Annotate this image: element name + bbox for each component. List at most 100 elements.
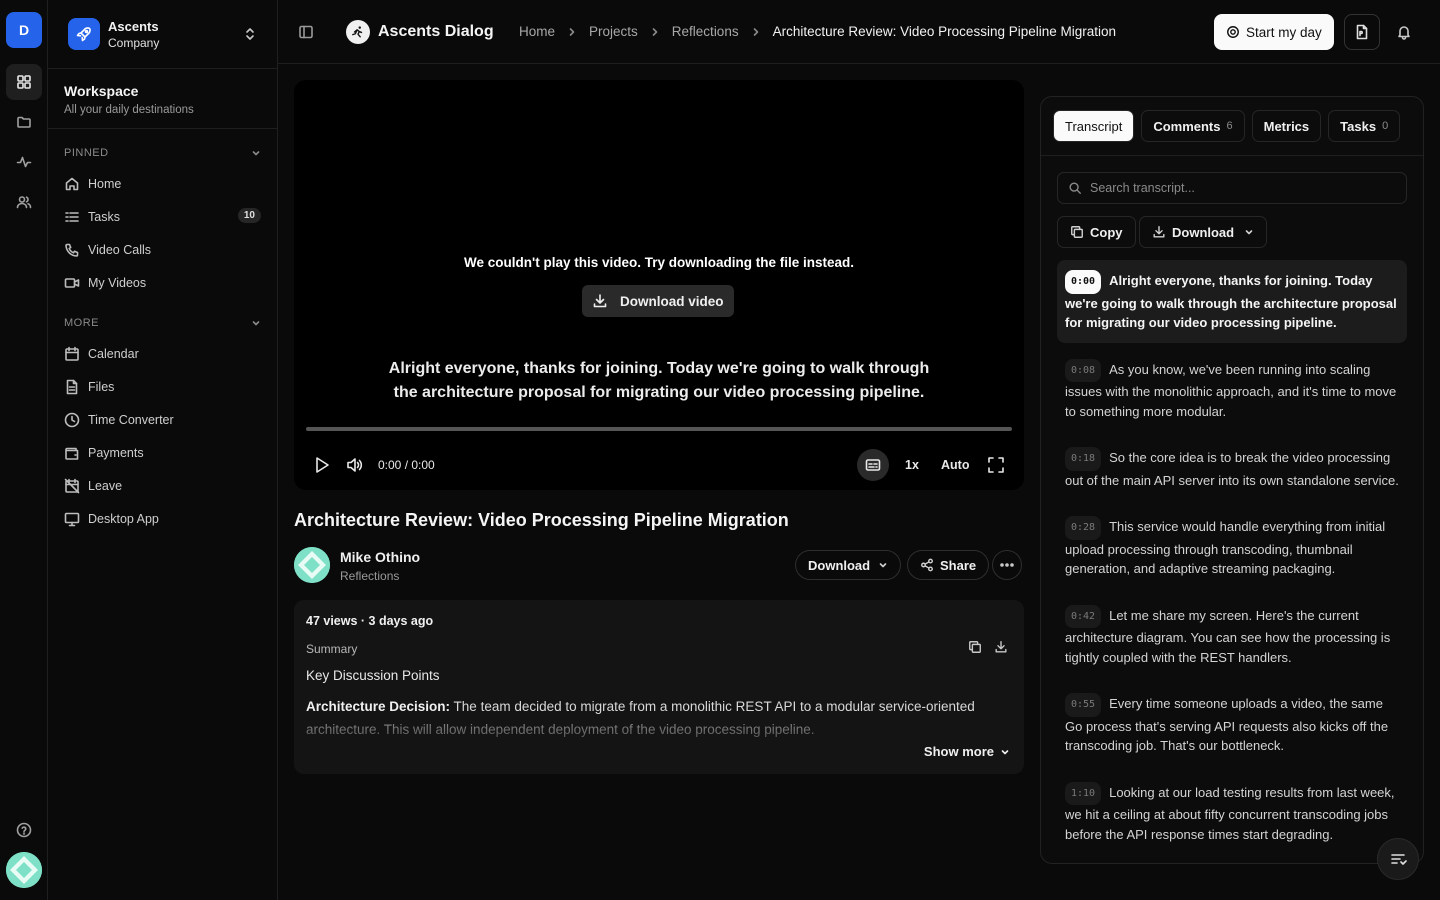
fullscreen-icon[interactable] bbox=[987, 456, 1005, 474]
tab-tasks[interactable]: Tasks 0 bbox=[1328, 110, 1401, 142]
grid-icon[interactable] bbox=[6, 64, 42, 100]
captions-icon[interactable] bbox=[857, 449, 889, 481]
transcript-segment[interactable]: 0:08 As you know, we've been running into… bbox=[1057, 349, 1407, 432]
sidebar-toggle-icon[interactable] bbox=[298, 24, 314, 40]
share-button[interactable]: Share bbox=[907, 550, 990, 580]
copy-transcript-button[interactable]: Copy bbox=[1057, 216, 1136, 248]
transcript-segment[interactable]: 0:00 Alright everyone, thanks for joining… bbox=[1057, 260, 1407, 343]
transcript-segment[interactable]: 1:25The new worker pool design targets t… bbox=[1057, 860, 1407, 863]
more-options-icon[interactable] bbox=[992, 550, 1022, 580]
volume-icon[interactable] bbox=[346, 456, 364, 474]
tab-comments[interactable]: Comments 6 bbox=[1141, 110, 1245, 142]
sidebar-item-label: Files bbox=[88, 379, 115, 394]
folder-icon[interactable] bbox=[6, 104, 42, 140]
quality-selector[interactable]: Auto bbox=[941, 458, 969, 472]
tab-transcript[interactable]: Transcript bbox=[1053, 110, 1135, 142]
help-circle-icon[interactable] bbox=[6, 812, 42, 848]
tab-metrics[interactable]: Metrics bbox=[1251, 110, 1322, 142]
calendar-icon bbox=[64, 346, 80, 362]
users-icon[interactable] bbox=[6, 184, 42, 220]
document-icon[interactable] bbox=[1344, 14, 1380, 50]
org-switcher[interactable]: Ascents Company bbox=[48, 0, 277, 69]
transcript-segment[interactable]: 0:18 So the core idea is to break the vid… bbox=[1057, 437, 1407, 500]
activity-icon[interactable] bbox=[6, 144, 42, 180]
brand-name: Ascents Dialog bbox=[378, 23, 494, 40]
chevron-down-icon bbox=[251, 318, 261, 328]
segment-text: Alright everyone, thanks for joining. To… bbox=[1065, 273, 1397, 330]
segment-timestamp[interactable]: 0:18 bbox=[1065, 447, 1102, 471]
share-label: Share bbox=[940, 557, 977, 573]
author-avatar[interactable] bbox=[294, 547, 330, 583]
author-name[interactable]: Mike Othino bbox=[340, 549, 420, 565]
sidebar-item-leave[interactable]: Leave bbox=[48, 469, 277, 502]
summary-fade bbox=[294, 715, 1024, 760]
tasks-icon bbox=[64, 209, 80, 225]
org-name: Ascents bbox=[108, 18, 159, 34]
wallet-icon bbox=[64, 445, 80, 461]
sidebar-item-label: Tasks bbox=[88, 209, 120, 224]
calendar-off-icon bbox=[64, 478, 80, 494]
segment-timestamp[interactable]: 1:10 bbox=[1065, 781, 1102, 805]
progress-bar[interactable] bbox=[306, 427, 1012, 431]
transcript-segment[interactable]: 0:55 Every time someone uploads a video, … bbox=[1057, 683, 1407, 766]
transcript-segment[interactable]: 1:10 Looking at our load testing results … bbox=[1057, 772, 1407, 855]
sidebar-item-video-calls[interactable]: Video Calls bbox=[48, 233, 277, 266]
download-icon[interactable] bbox=[994, 640, 1008, 654]
segment-timestamp[interactable]: 0:42 bbox=[1065, 604, 1102, 628]
copy-icon bbox=[1070, 225, 1084, 239]
breadcrumb-home[interactable]: Home bbox=[519, 24, 555, 39]
segment-text: So the core idea is to break the video p… bbox=[1065, 450, 1399, 488]
copy-icon[interactable] bbox=[968, 640, 982, 654]
segment-timestamp[interactable]: 0:28 bbox=[1065, 516, 1102, 540]
breadcrumb-reflections[interactable]: Reflections bbox=[672, 24, 739, 39]
segment-timestamp[interactable]: 0:55 bbox=[1065, 693, 1102, 717]
show-more-label: Show more bbox=[923, 744, 994, 759]
rocket-icon bbox=[68, 18, 100, 50]
video-title: Architecture Review: Video Processing Pi… bbox=[294, 510, 789, 530]
show-more-button[interactable]: Show more bbox=[924, 744, 1010, 759]
play-icon[interactable] bbox=[314, 456, 330, 474]
sidebar-item-label: Home bbox=[88, 176, 122, 191]
bell-icon[interactable] bbox=[1396, 24, 1412, 40]
breadcrumb-projects[interactable]: Projects bbox=[589, 24, 638, 39]
workspace-subtitle: All your daily destinations bbox=[64, 104, 194, 116]
sidebar-item-payments[interactable]: Payments bbox=[48, 436, 277, 469]
video-player[interactable]: We couldn't play this video. Try downloa… bbox=[294, 80, 1024, 490]
video-error-message: We couldn't play this video. Try downloa… bbox=[463, 255, 854, 270]
sidebar-item-files[interactable]: Files bbox=[48, 370, 277, 403]
list-filter-icon[interactable] bbox=[1377, 838, 1419, 880]
author-info: Mike Othino Reflections bbox=[340, 549, 420, 583]
more-section-header[interactable]: MORE bbox=[48, 313, 277, 333]
sidebar-item-my-videos[interactable]: My Videos bbox=[48, 266, 277, 299]
segment-timestamp[interactable]: 0:00 bbox=[1065, 270, 1102, 294]
download-video-button[interactable]: Download video bbox=[582, 285, 734, 317]
sidebar-item-home[interactable]: Home bbox=[48, 167, 277, 200]
download-transcript-button[interactable]: Download bbox=[1139, 216, 1268, 248]
download-dropdown-button[interactable]: Download bbox=[795, 550, 902, 580]
segment-timestamp[interactable]: 0:08 bbox=[1065, 358, 1102, 382]
transcript-segment[interactable]: 0:28 This service would handle everything… bbox=[1057, 506, 1407, 589]
chevron-down-icon bbox=[878, 560, 888, 570]
sidebar-item-calendar[interactable]: Calendar bbox=[48, 337, 277, 370]
sidebar-item-label: My Videos bbox=[88, 275, 147, 290]
sidebar-item-time-converter[interactable]: Time Converter bbox=[48, 403, 277, 436]
workspace-header: Workspace All your daily destinations bbox=[48, 69, 277, 129]
org-subtitle: Company bbox=[108, 35, 160, 50]
brand[interactable]: Ascents Dialog bbox=[346, 20, 494, 44]
avatar[interactable] bbox=[6, 852, 42, 888]
tab-label: Tasks bbox=[1340, 118, 1377, 134]
search-icon bbox=[1068, 181, 1082, 195]
breadcrumb: Home Projects Reflections Architecture R… bbox=[519, 24, 1116, 39]
sidebar: Ascents Company Workspace All your daily… bbox=[48, 0, 278, 900]
chevron-down-icon bbox=[1000, 747, 1010, 757]
playback-speed[interactable]: 1x bbox=[905, 458, 919, 472]
workspace-switcher[interactable]: D bbox=[6, 12, 42, 48]
sidebar-item-desktop-app[interactable]: Desktop App bbox=[48, 502, 277, 535]
sidebar-item-tasks[interactable]: Tasks 10 bbox=[48, 200, 277, 233]
transcript-segment[interactable]: 0:42 Let me share my screen. Here's the c… bbox=[1057, 595, 1407, 678]
chevron-right-icon bbox=[751, 27, 761, 37]
pinned-section-header[interactable]: PINNED bbox=[48, 143, 277, 163]
search-input[interactable] bbox=[1090, 181, 1390, 195]
start-my-day-button[interactable]: Start my day bbox=[1214, 14, 1334, 50]
chevrons-up-down-icon bbox=[243, 26, 257, 42]
